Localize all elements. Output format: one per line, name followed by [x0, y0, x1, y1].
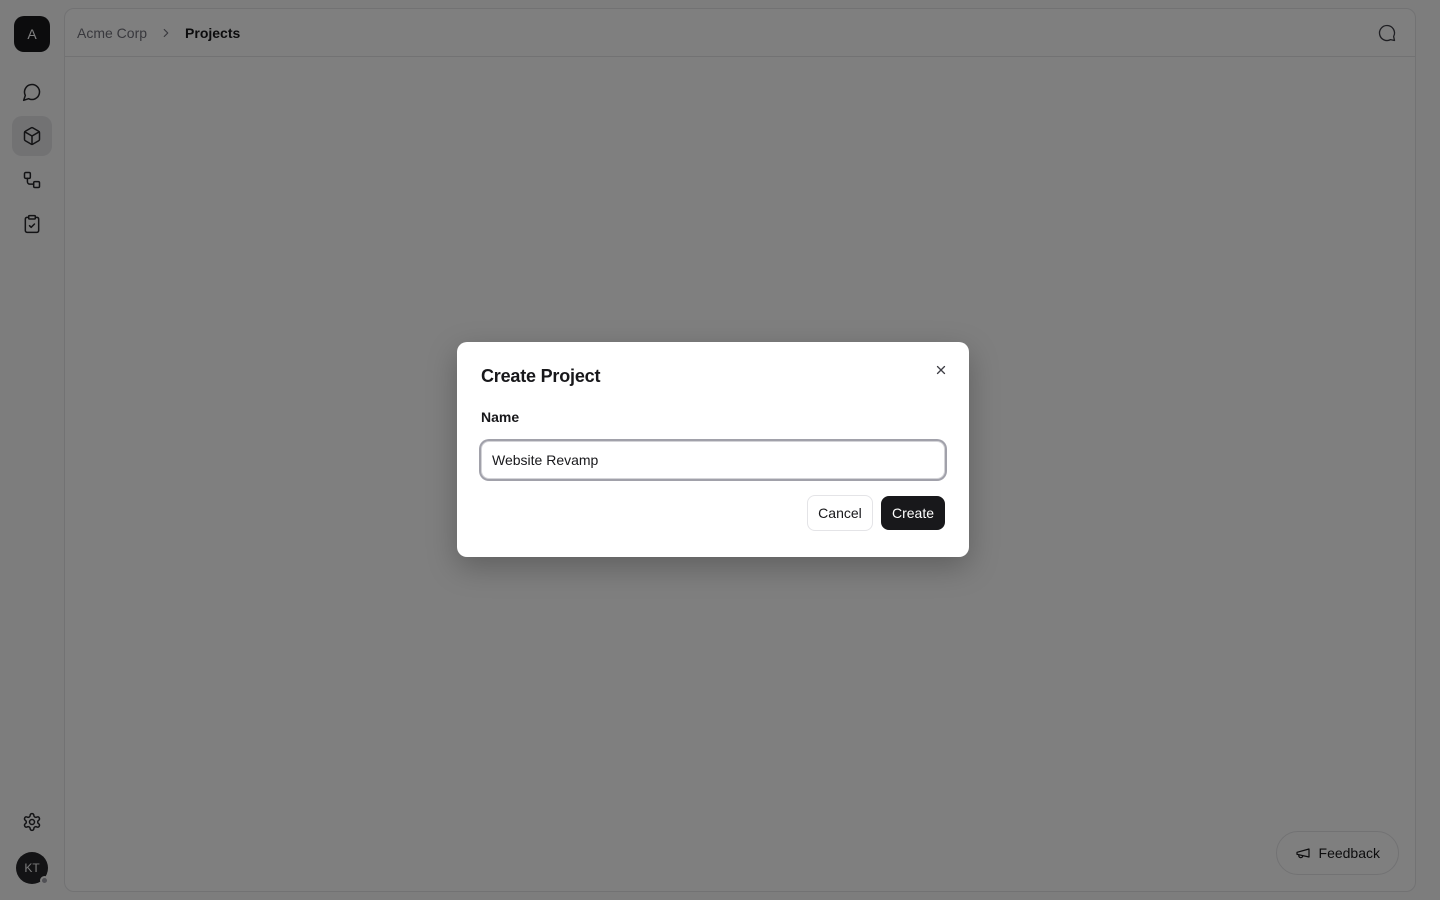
dialog-title: Create Project	[481, 366, 601, 386]
cancel-button[interactable]: Cancel	[806, 495, 873, 531]
app-root: A KT	[0, 0, 1440, 900]
dialog-actions: Cancel Create	[481, 495, 945, 531]
name-field-label: Name	[481, 409, 520, 425]
project-name-input[interactable]	[481, 441, 945, 479]
close-dialog-button[interactable]	[929, 358, 953, 382]
close-icon	[936, 365, 946, 375]
create-project-dialog: Create Project Name Cancel Create	[457, 342, 969, 557]
create-button[interactable]: Create	[880, 496, 945, 530]
